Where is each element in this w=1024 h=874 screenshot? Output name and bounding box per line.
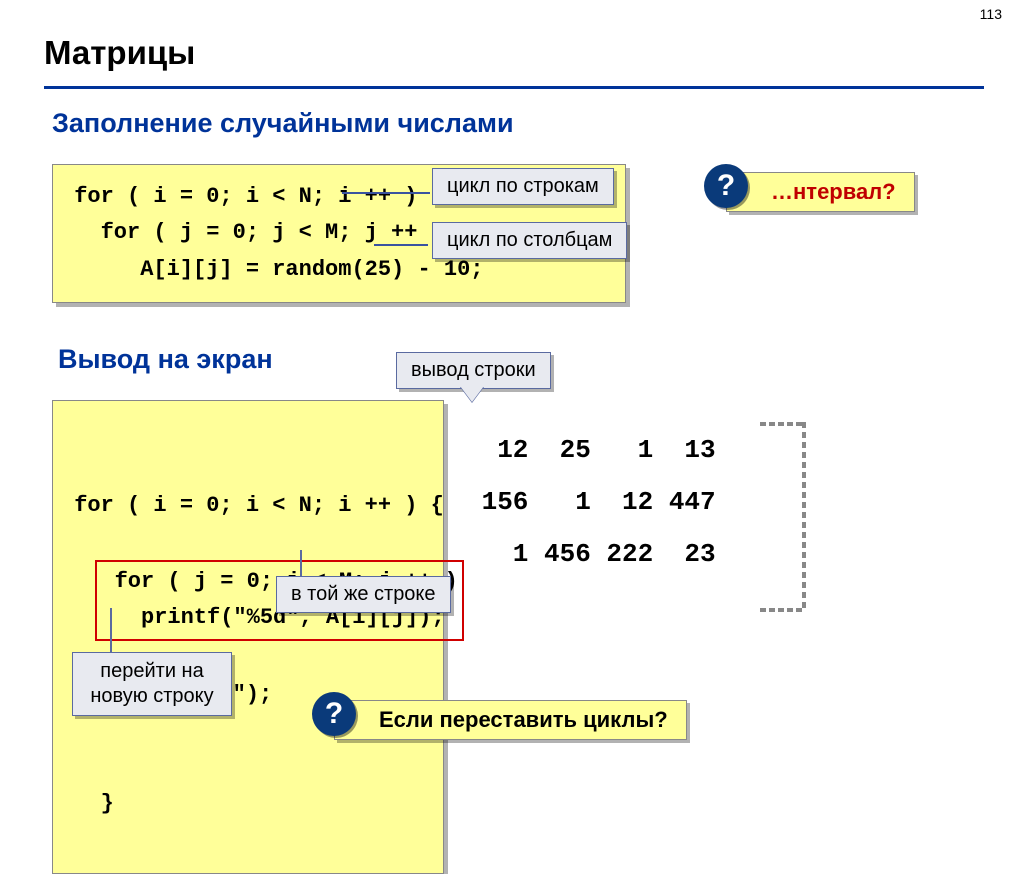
- connector-line-rows: [342, 192, 430, 194]
- callout-tail-newline: [110, 608, 132, 652]
- matrix-dash-right: [802, 422, 806, 608]
- matrix-dash-bottom: [760, 608, 802, 612]
- page-number: 113: [980, 6, 1002, 22]
- matrix-output: 12 25 1 13 156 1 12 447 1 456 222 23: [466, 424, 716, 580]
- callout-line-output: вывод строки: [396, 352, 551, 389]
- question-mark-icon: ?: [704, 164, 748, 208]
- slide-title: Матрицы: [44, 34, 195, 72]
- callout-same-line: в той же строке: [276, 576, 451, 613]
- swap-question-text: Если переставить циклы?: [334, 700, 687, 740]
- callout-tail-same: [300, 550, 302, 578]
- section-heading-fill: Заполнение случайными числами: [52, 108, 514, 139]
- matrix-dash-top: [760, 422, 802, 426]
- callout-newline: перейти на новую строку: [72, 652, 232, 716]
- interval-question-text: …нтервал?: [726, 172, 915, 212]
- callout-rows-loop: цикл по строкам: [432, 168, 614, 205]
- section-heading-output: Вывод на экран: [58, 344, 273, 375]
- title-rule: [44, 86, 984, 89]
- code-line: for ( i = 0; i < N; i ++ ) {: [61, 488, 427, 524]
- code-line: }: [61, 786, 427, 822]
- interval-question-box: …нтервал? ?: [726, 172, 915, 212]
- callout-cols-loop: цикл по столбцам: [432, 222, 627, 259]
- swap-question-box: Если переставить циклы? ?: [334, 700, 687, 740]
- question-mark-icon: ?: [312, 692, 356, 736]
- callout-tail-line: [460, 386, 484, 402]
- connector-line-cols: [374, 244, 428, 246]
